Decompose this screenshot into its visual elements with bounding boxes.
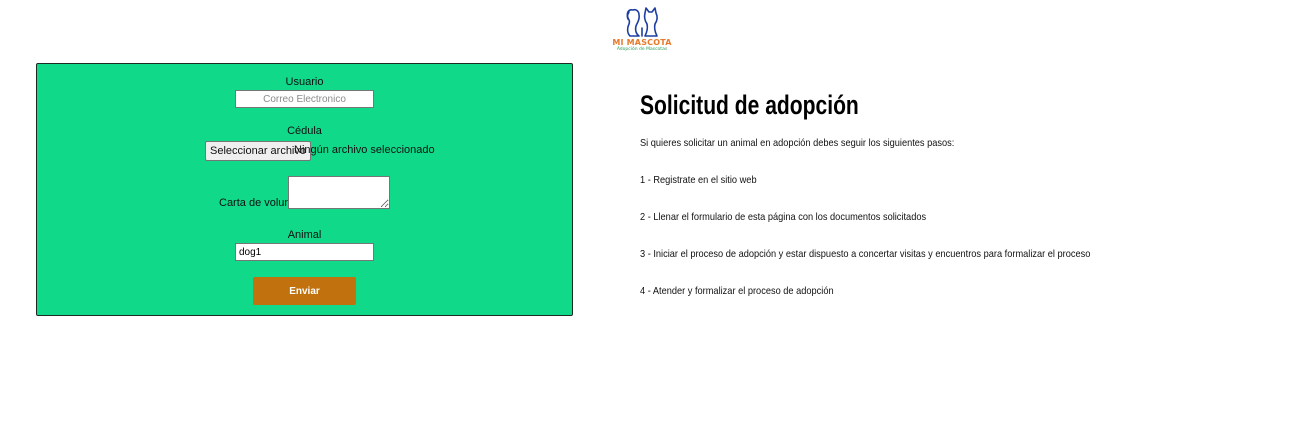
usuario-label: Usuario [285, 76, 324, 88]
adoption-info: Solicitud de adopción Si quieres solicit… [640, 86, 1260, 297]
site-logo[interactable]: MI MASCOTA Adopción de Mascotas [610, 6, 674, 58]
step-item: 1 - Registrate en el sitio web [640, 174, 757, 186]
cedula-label: Cédula [287, 125, 322, 137]
enviar-button[interactable]: Enviar [253, 277, 356, 305]
cedula-file-status: Ningún archivo seleccionado [294, 144, 435, 156]
animal-label: Animal [287, 229, 322, 241]
animal-input[interactable] [235, 243, 374, 261]
adoption-form: Usuario Cédula Seleccionar archivo Ningú… [36, 63, 573, 316]
logo-title: MI MASCOTA [612, 38, 672, 47]
step-item: 2 - Llenar el formulario de esta página … [640, 211, 927, 223]
page-title: Solicitud de adopción [640, 90, 859, 120]
carta-voluntad-textarea[interactable] [288, 176, 390, 209]
step-item: 4 - Atender y formalizar el proceso de a… [640, 285, 834, 297]
logo-subtitle: Adopción de Mascotas [616, 47, 668, 52]
step-item: 3 - Iniciar el proceso de adopción y est… [640, 248, 1091, 260]
dog-cat-icon [626, 7, 658, 37]
info-intro: Si quieres solicitar un animal en adopci… [640, 137, 955, 149]
usuario-email-input[interactable] [235, 90, 374, 108]
